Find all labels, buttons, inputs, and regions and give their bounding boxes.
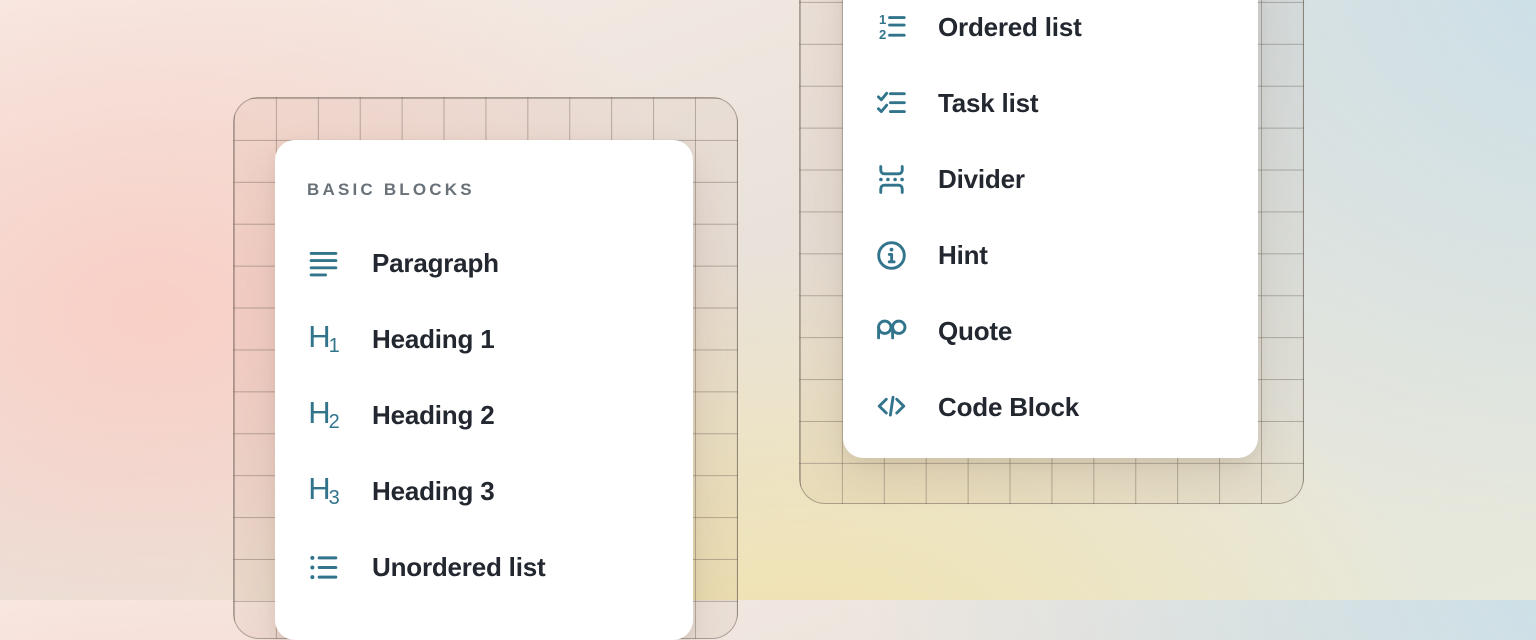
- menu-item-label: Code Block: [938, 392, 1079, 423]
- menu-item-label: Hint: [938, 240, 988, 271]
- svg-text:1: 1: [879, 11, 886, 26]
- svg-text:2: 2: [879, 27, 886, 42]
- menu-item-list: Paragraph H1 Heading 1 H2 Heading 2 H3 H…: [275, 241, 693, 589]
- menu-item-label: Heading 3: [372, 476, 494, 507]
- menu-item-heading-3[interactable]: H3 Heading 3: [275, 469, 693, 513]
- menu-item-label: Ordered list: [938, 12, 1082, 43]
- menu-item-hint[interactable]: Hint: [843, 233, 1258, 277]
- menu-item-label: Task list: [938, 88, 1038, 119]
- menu-item-heading-2[interactable]: H2 Heading 2: [275, 393, 693, 437]
- ordered-list-icon: 1 2: [875, 11, 908, 44]
- heading-2-icon: H2: [307, 399, 340, 432]
- menu-item-quote[interactable]: Quote: [843, 309, 1258, 353]
- menu-item-label: Heading 2: [372, 400, 494, 431]
- menu-item-code-block[interactable]: Code Block: [843, 385, 1258, 429]
- menu-item-label: Paragraph: [372, 248, 499, 279]
- menu-item-list: 1 2 Ordered list Task list: [843, 5, 1258, 429]
- task-list-icon: [875, 87, 908, 120]
- block-menu-continued: 1 2 Ordered list Task list: [843, 0, 1258, 458]
- heading-1-icon: H1: [307, 323, 340, 356]
- menu-item-heading-1[interactable]: H1 Heading 1: [275, 317, 693, 361]
- menu-item-label: Heading 1: [372, 324, 494, 355]
- hint-icon: [875, 239, 908, 272]
- menu-item-paragraph[interactable]: Paragraph: [275, 241, 693, 285]
- menu-item-ordered-list[interactable]: 1 2 Ordered list: [843, 5, 1258, 49]
- menu-section-header: BASIC BLOCKS: [307, 180, 693, 200]
- quote-icon: [875, 315, 908, 348]
- code-block-icon: [875, 391, 908, 424]
- heading-3-icon: H3: [307, 475, 340, 508]
- block-menu-basic-blocks: BASIC BLOCKS Paragraph H1 Heading 1 H2: [275, 140, 693, 640]
- menu-item-label: Unordered list: [372, 552, 545, 583]
- paragraph-icon: [307, 247, 340, 280]
- menu-item-label: Quote: [938, 316, 1012, 347]
- divider-icon: [875, 163, 908, 196]
- menu-item-unordered-list[interactable]: Unordered list: [275, 545, 693, 589]
- menu-item-label: Divider: [938, 164, 1025, 195]
- unordered-list-icon: [307, 551, 340, 584]
- menu-item-task-list[interactable]: Task list: [843, 81, 1258, 125]
- menu-item-divider[interactable]: Divider: [843, 157, 1258, 201]
